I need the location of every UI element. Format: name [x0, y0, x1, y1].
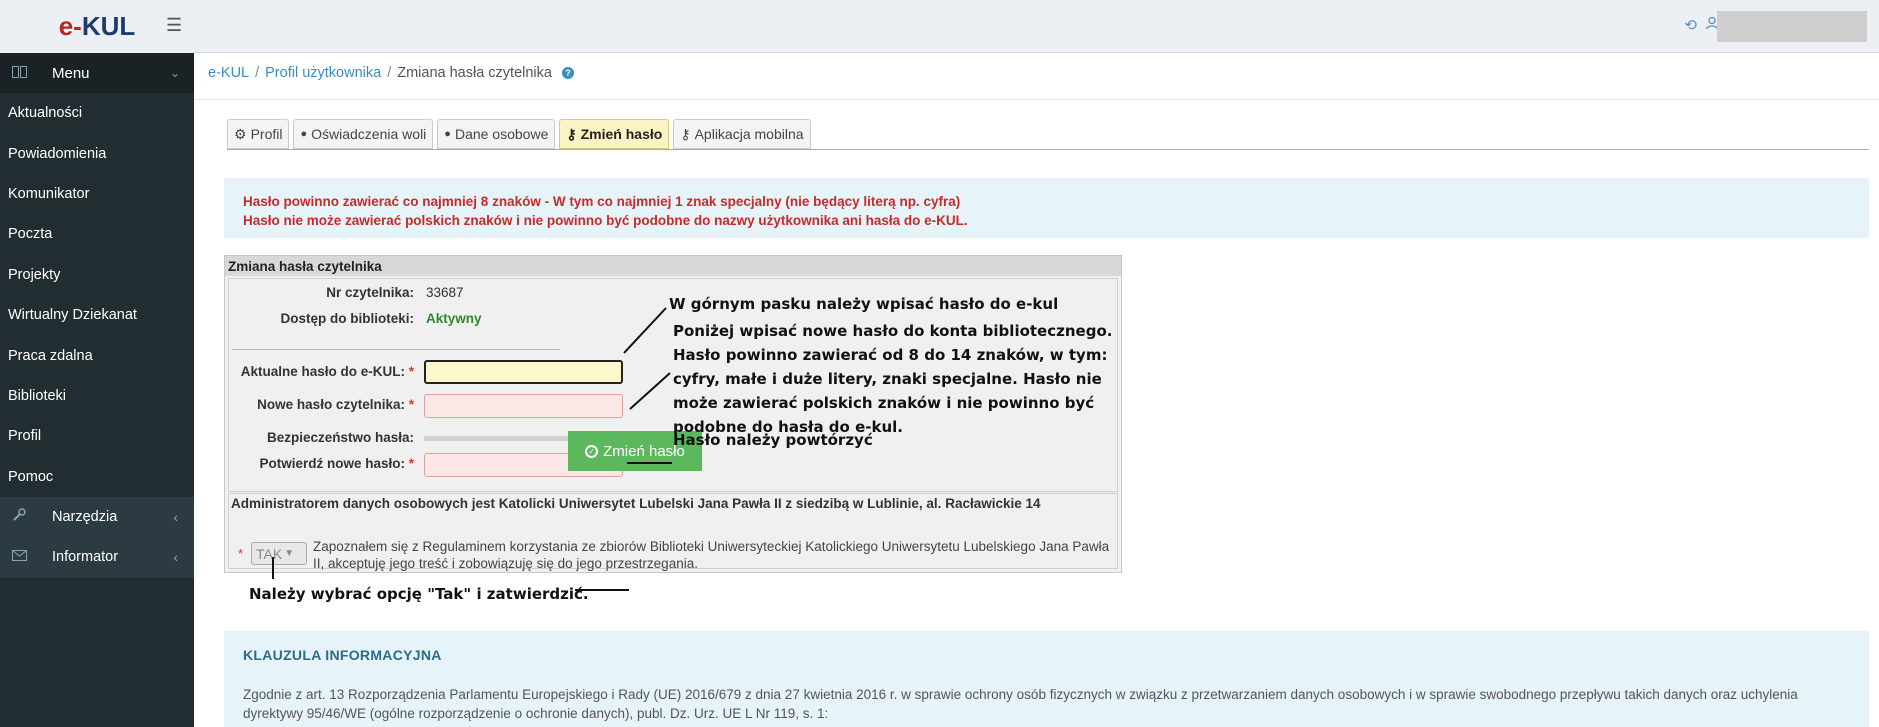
logo-e: e-	[58, 11, 82, 41]
book-icon	[12, 65, 28, 81]
sidebar-menu-toggle[interactable]: Menu ⌄	[0, 53, 194, 93]
top-bar: e-KUL ☰ ⟲	[0, 0, 1879, 53]
logo[interactable]: e-KUL	[0, 0, 194, 53]
sidebar-item-narzedzia[interactable]: Narzędzia ‹	[0, 496, 194, 538]
sidebar: Menu ⌄ Aktualności Powiadomienia Komunik…	[0, 53, 194, 727]
main-content: e-KUL / Profil użytkownika / Zmiana hasł…	[194, 53, 1879, 727]
chevron-left-icon: ‹	[173, 549, 178, 566]
sidebar-item-praca-zdalna[interactable]: Praca zdalna	[0, 335, 194, 375]
sidebar-item-komunikator[interactable]: Komunikator	[0, 174, 194, 214]
sidebar-item-wirtualny-dziekanat[interactable]: Wirtualny Dziekanat	[0, 295, 194, 335]
chevron-left-icon: ‹	[173, 509, 178, 526]
chevron-down-icon: ⌄	[169, 66, 180, 80]
sidebar-item-pomoc[interactable]: Pomoc	[0, 457, 194, 497]
hamburger-icon[interactable]: ☰	[166, 15, 182, 36]
sidebar-menu-label: Menu	[52, 64, 90, 82]
sidebar-item-informator[interactable]: Informator ‹	[0, 537, 194, 578]
sidebar-item-label: Narzędzia	[52, 509, 118, 526]
wrench-icon	[12, 508, 28, 526]
sidebar-item-biblioteki[interactable]: Biblioteki	[0, 376, 194, 416]
sidebar-item-aktualnosci[interactable]: Aktualności	[0, 93, 194, 133]
sidebar-item-label: Informator	[52, 549, 119, 566]
sidebar-item-powiadomienia[interactable]: Powiadomienia	[0, 133, 194, 173]
logo-kul: KUL	[81, 11, 136, 41]
sidebar-item-projekty[interactable]: Projekty	[0, 255, 194, 295]
user-name-box[interactable]	[1717, 11, 1867, 42]
sync-icon[interactable]: ⟲	[1684, 16, 1697, 34]
envelope-icon	[12, 549, 28, 565]
annotation-lines	[272, 307, 672, 591]
sidebar-item-poczta[interactable]: Poczta	[0, 214, 194, 254]
sidebar-item-profil[interactable]: Profil	[0, 416, 194, 456]
